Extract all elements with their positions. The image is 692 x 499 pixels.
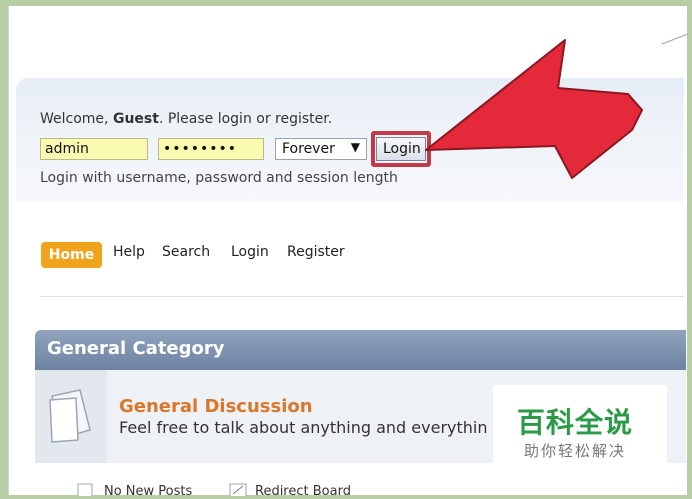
login-button[interactable]: Login	[376, 137, 426, 161]
board-status-icon	[49, 389, 91, 443]
session-length-value: Forever	[282, 141, 335, 157]
legend-redirect-board: Redirect Board	[255, 484, 351, 499]
session-length-select[interactable]: Forever ▼	[275, 138, 367, 160]
welcome-suffix: . Please login or register.	[158, 111, 333, 127]
login-hint: Login with username, password and sessio…	[40, 170, 398, 186]
board-title[interactable]: General Discussion	[119, 396, 313, 417]
nav-login[interactable]: Login	[231, 244, 269, 268]
welcome-username: Guest	[112, 111, 159, 127]
password-field[interactable]: ••••••••	[158, 138, 264, 160]
nav-register[interactable]: Register	[287, 244, 345, 268]
nav-home-tab[interactable]: Home	[41, 242, 102, 268]
nav-search[interactable]: Search	[162, 244, 210, 268]
username-field[interactable]: admin	[40, 138, 148, 160]
redirect-board-icon	[229, 483, 247, 496]
decorative-line	[661, 33, 689, 45]
category-title: General Category	[47, 338, 225, 359]
no-new-posts-icon	[77, 483, 93, 496]
watermark-tagline: 助你轻松解决	[524, 442, 627, 460]
legend-no-new-posts: No New Posts	[104, 484, 193, 499]
watermark-logo: 百科全说	[517, 406, 634, 439]
dropdown-arrow-icon: ▼	[350, 140, 360, 154]
welcome-text: Welcome, Guest. Please login or register…	[40, 111, 332, 127]
board-description: Feel free to talk about anything and eve…	[119, 418, 488, 437]
annotation-arrow-icon	[425, 39, 643, 179]
divider	[40, 296, 684, 297]
nav-help[interactable]: Help	[113, 244, 145, 268]
welcome-prefix: Welcome,	[40, 111, 113, 127]
